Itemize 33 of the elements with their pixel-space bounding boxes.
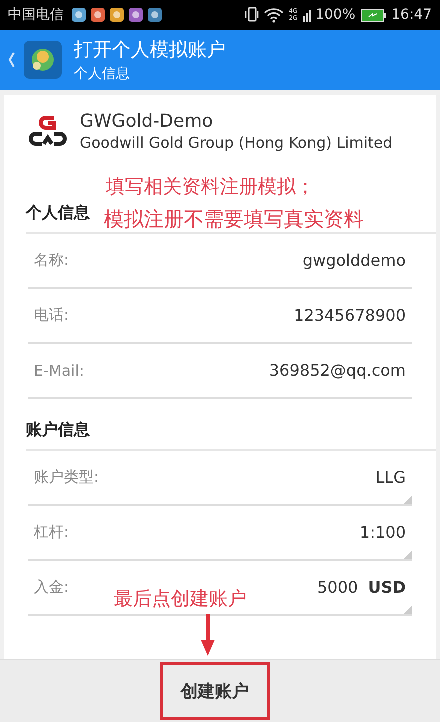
battery-percent: 100% [316,7,356,23]
notification-icon [91,8,105,22]
annotation-text: 填写相关资料注册模拟； [106,175,315,200]
dropdown-field[interactable]: 杠杆: 1:100 [28,506,412,561]
input-field[interactable]: 电话: 12345678900 [28,289,412,344]
notification-icon [110,8,124,22]
dropdown-field[interactable]: 账户类型: LLG [28,451,412,506]
signal-icon [302,8,311,22]
notification-icon [129,8,143,22]
wifi-icon [264,7,284,23]
dropdown-corner-icon [404,606,412,614]
dropdown-corner-icon [404,496,412,504]
annotation-arrow [198,614,218,658]
vibrate-icon [245,7,260,23]
broker-name: GWGold-Demo [80,111,214,132]
screen-subtitle: 个人信息 [74,65,131,83]
battery-icon [360,8,387,22]
notification-icon [148,8,162,22]
screen-title: 打开个人模拟账户 [74,38,226,63]
section-heading: 个人信息 [26,203,90,224]
back-icon[interactable] [8,51,16,69]
input-field[interactable]: 名称: gwgolddemo [28,234,412,289]
carrier-name: 中国电信 [8,6,64,24]
create-account-button[interactable]: 创建账户 [160,662,270,720]
notification-icon [72,8,86,22]
app-icon [24,41,62,79]
broker-company: Goodwill Gold Group (Hong Kong) Limited [80,134,393,152]
dropdown-corner-icon [404,551,412,559]
clock: 16:47 [392,7,432,23]
annotation-text: 模拟注册不需要填写真实资料 [104,206,364,233]
section-heading: 账户信息 [26,420,90,441]
annotation-text: 最后点创建账户 [114,588,247,610]
input-field[interactable]: E-Mail: 369852@qq.com [28,344,412,399]
